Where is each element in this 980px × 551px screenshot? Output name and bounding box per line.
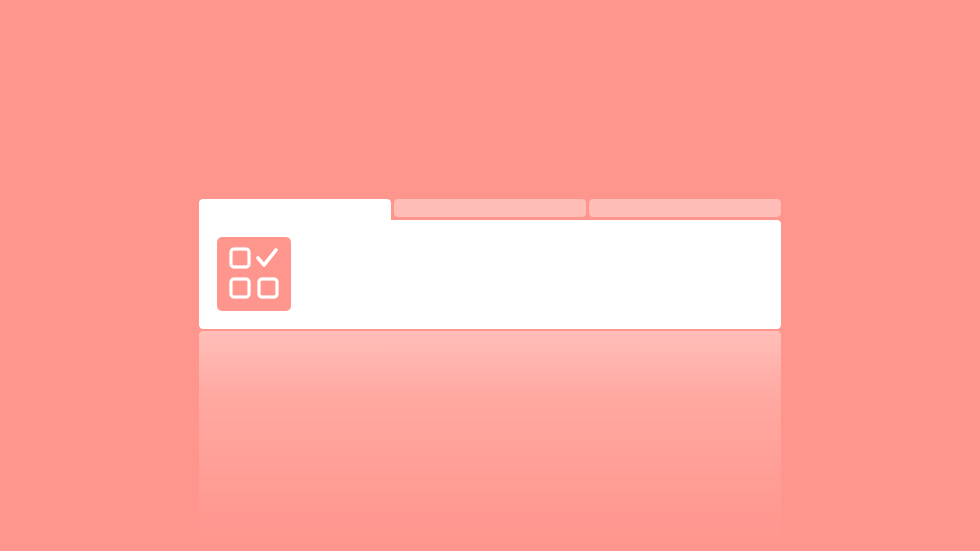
panel-reflection (199, 331, 781, 551)
stage (0, 0, 980, 551)
tab-3[interactable] (589, 199, 781, 217)
checklist-grid-icon[interactable] (217, 237, 291, 311)
tab-panel (199, 220, 781, 329)
checklist-grid-svg (229, 247, 279, 299)
tab-2[interactable] (394, 199, 586, 217)
